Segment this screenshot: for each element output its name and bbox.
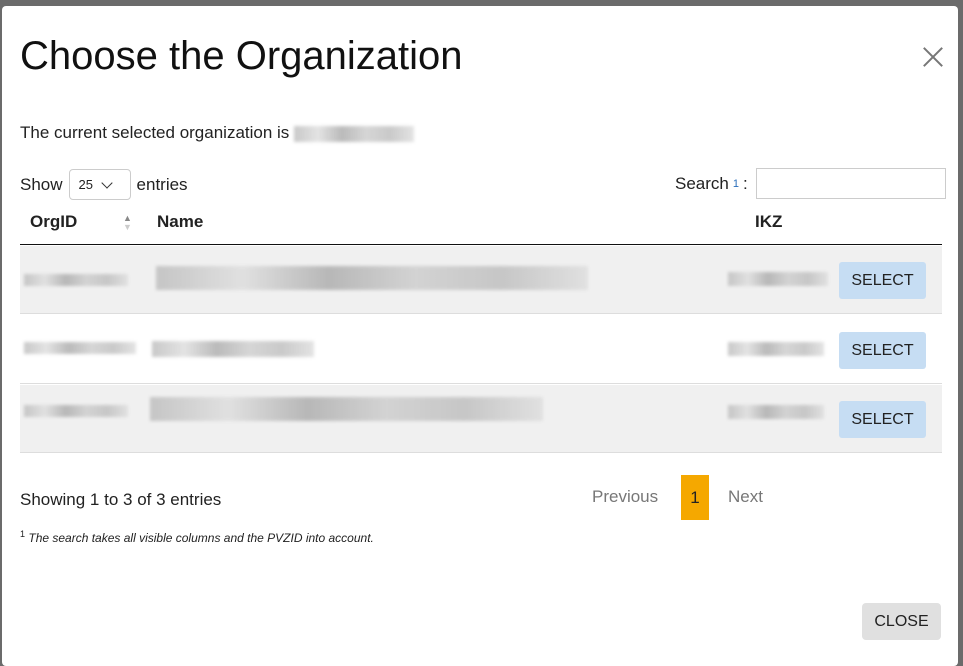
search-control: Search 1: bbox=[675, 168, 946, 199]
select-button[interactable]: SELECT bbox=[839, 262, 926, 299]
close-icon[interactable] bbox=[920, 44, 946, 70]
entries-value: 25 bbox=[78, 177, 93, 192]
name-cell bbox=[150, 397, 543, 421]
table-row: SELECT bbox=[20, 316, 942, 384]
name-cell bbox=[156, 266, 588, 290]
length-control: Show 25 entries bbox=[20, 169, 188, 200]
orgid-cell bbox=[24, 405, 128, 417]
search-colon: : bbox=[743, 173, 748, 193]
orgid-cell bbox=[24, 342, 136, 354]
header-divider bbox=[20, 244, 942, 245]
next-button[interactable]: Next bbox=[728, 487, 763, 507]
redacted-org bbox=[294, 125, 415, 142]
organization-modal: Choose the Organization The current sele… bbox=[2, 6, 958, 666]
column-name[interactable]: Name bbox=[157, 212, 203, 232]
current-organization: The current selected organization is bbox=[20, 123, 415, 143]
previous-button[interactable]: Previous bbox=[592, 487, 658, 507]
select-button[interactable]: SELECT bbox=[839, 332, 926, 369]
search-label: Search bbox=[675, 173, 729, 193]
ikz-cell bbox=[728, 405, 824, 419]
column-ikz[interactable]: IKZ bbox=[755, 212, 782, 232]
search-footnote: 1 The search takes all visible columns a… bbox=[20, 529, 374, 545]
orgid-cell bbox=[24, 274, 128, 286]
entries-select[interactable]: 25 bbox=[68, 169, 131, 200]
show-label: Show bbox=[20, 174, 63, 194]
entries-label: entries bbox=[136, 174, 188, 194]
close-button[interactable]: CLOSE bbox=[862, 603, 941, 640]
sort-icon[interactable]: ▲ ▼ bbox=[123, 214, 132, 232]
modal-title: Choose the Organization bbox=[20, 34, 463, 78]
chevron-down-icon bbox=[101, 176, 113, 189]
current-label: The current selected organization is bbox=[20, 123, 290, 142]
ikz-cell bbox=[728, 342, 824, 356]
page-1-button[interactable]: 1 bbox=[681, 475, 709, 520]
column-orgid[interactable]: OrgID bbox=[30, 212, 77, 232]
table-row: SELECT bbox=[20, 385, 942, 453]
name-cell bbox=[152, 341, 314, 357]
footnote-text: The search takes all visible columns and… bbox=[28, 531, 374, 545]
table-info: Showing 1 to 3 of 3 entries bbox=[20, 490, 222, 509]
table-row: SELECT bbox=[20, 246, 942, 314]
ikz-cell bbox=[728, 272, 828, 286]
footnote-mark: 1 bbox=[20, 529, 26, 539]
select-button[interactable]: SELECT bbox=[839, 401, 926, 438]
footnote-mark: 1 bbox=[732, 177, 739, 190]
search-input[interactable] bbox=[755, 168, 946, 199]
